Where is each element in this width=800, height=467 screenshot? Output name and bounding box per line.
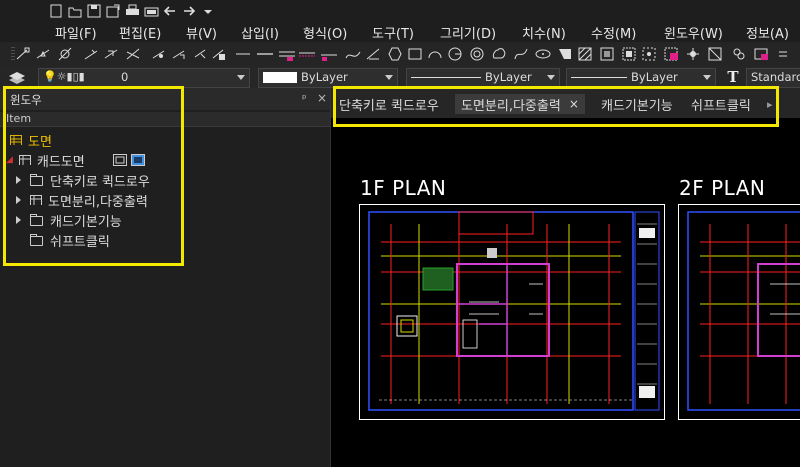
lineweight-preview <box>571 77 627 78</box>
customize-dropdown-icon[interactable] <box>200 3 216 19</box>
plan-1f-title: 1F PLAN <box>360 176 447 200</box>
draw-toolbar <box>0 42 800 66</box>
revision-cloud-icon[interactable] <box>490 45 508 63</box>
lineweight-value: ByLayer <box>631 70 678 84</box>
menu-insert[interactable]: 삽입(I) <box>241 23 279 42</box>
polygon-line-icon[interactable] <box>320 45 338 63</box>
print-preview-icon[interactable] <box>143 3 159 19</box>
menu-view[interactable]: 뷰(V) <box>186 23 217 42</box>
text-style-combo[interactable]: Standard <box>746 68 800 88</box>
menu-dimension[interactable]: 치수(N) <box>522 23 566 42</box>
region-icon[interactable] <box>640 45 658 63</box>
snap-tangent-icon[interactable] <box>170 45 188 63</box>
color-value: ByLayer <box>301 70 348 84</box>
table-icon[interactable] <box>662 45 680 63</box>
wipeout-icon[interactable] <box>556 45 574 63</box>
spline-icon[interactable] <box>344 45 362 63</box>
menu-format[interactable]: 형식(O) <box>303 23 347 42</box>
color-swatch <box>263 72 297 83</box>
menu-draw[interactable]: 그리기(D) <box>440 23 496 42</box>
menu-info[interactable]: 정보(A) <box>746 23 789 42</box>
layer-manager-icon[interactable] <box>8 68 26 86</box>
snap-center-icon[interactable] <box>56 45 74 63</box>
menu-file[interactable]: 파일(F) <box>55 23 97 42</box>
insert-block-icon[interactable] <box>752 45 770 63</box>
toolbar-overflow-icon[interactable] <box>774 45 792 63</box>
color-dropdown-icon[interactable] <box>385 75 393 80</box>
menu-modify[interactable]: 수정(M) <box>591 23 636 42</box>
snap-midpoint-icon[interactable] <box>34 45 52 63</box>
linetype-dropdown-icon[interactable] <box>547 75 555 80</box>
undo-icon[interactable] <box>162 3 178 19</box>
donut-icon[interactable] <box>468 45 486 63</box>
snap-settings-icon[interactable] <box>210 45 228 63</box>
snap-perpendicular-icon[interactable] <box>150 45 168 63</box>
arc-icon[interactable] <box>426 45 444 63</box>
tabs-highlight-box <box>333 86 779 127</box>
polyline-icon[interactable] <box>298 45 316 63</box>
panel-close-icon[interactable]: × <box>317 91 327 105</box>
pin-icon[interactable]: ᵖ <box>302 92 307 105</box>
boundary-icon[interactable] <box>620 45 638 63</box>
layer-state-icons: 💡☼▮▯▮ <box>43 70 85 83</box>
plan-1f-sheet[interactable] <box>359 204 665 420</box>
print-icon[interactable] <box>124 3 140 19</box>
snap-intersection-icon[interactable] <box>124 45 142 63</box>
open-file-icon[interactable] <box>67 3 83 19</box>
rectangle-icon[interactable] <box>406 45 424 63</box>
save-as-icon[interactable] <box>105 3 121 19</box>
properties-toolbar: 💡☼▮▯▮ 0 ByLayer ByLayer ByLayer T Standa… <box>0 66 800 88</box>
snap-nearest-icon[interactable] <box>192 45 210 63</box>
linetype-combo[interactable]: ByLayer <box>406 68 560 88</box>
text-style-icon[interactable]: T <box>724 68 742 86</box>
quick-access-toolbar <box>48 3 216 21</box>
plan-2f-sheet[interactable] <box>678 204 800 420</box>
gradient-icon[interactable] <box>598 45 616 63</box>
menu-tools[interactable]: 도구(T) <box>372 23 414 42</box>
plan-2f-title: 2F PLAN <box>679 176 766 200</box>
menu-bar: 파일(F) 편집(E) 뷰(V) 삽입(I) 형식(O) 도구(T) 그리기(D… <box>0 20 800 42</box>
layer-dropdown-icon[interactable] <box>237 75 245 80</box>
save-icon[interactable] <box>86 3 102 19</box>
new-file-icon[interactable] <box>48 3 64 19</box>
drawing-canvas[interactable]: 1F PLAN 2F PLAN <box>331 118 800 467</box>
spline-curve-icon[interactable] <box>512 45 530 63</box>
text-style-value: Standard <box>751 70 800 84</box>
construction-line-icon[interactable] <box>364 45 382 63</box>
xline-icon[interactable] <box>256 45 274 63</box>
lineweight-dropdown-icon[interactable] <box>703 75 711 80</box>
circle-icon[interactable] <box>446 45 464 63</box>
multiline-icon[interactable] <box>278 45 296 63</box>
lineweight-combo[interactable]: ByLayer <box>566 68 716 88</box>
layer-combo[interactable]: 💡☼▮▯▮ 0 <box>38 68 250 88</box>
line-icon[interactable] <box>234 45 252 63</box>
point-icon[interactable] <box>684 45 702 63</box>
snap-quadrant-icon[interactable] <box>102 45 120 63</box>
tree-highlight-box <box>3 86 184 266</box>
color-combo[interactable]: ByLayer <box>258 68 398 88</box>
redo-icon[interactable] <box>181 3 197 19</box>
attribute-icon[interactable] <box>730 45 748 63</box>
layer-value: 0 <box>121 70 129 84</box>
block-icon[interactable] <box>706 45 724 63</box>
snap-endpoint-icon[interactable] <box>14 45 32 63</box>
menu-window[interactable]: 윈도우(W) <box>664 23 723 42</box>
linetype-value: ByLayer <box>485 70 532 84</box>
linetype-preview <box>411 77 481 78</box>
snap-node-icon[interactable] <box>82 45 100 63</box>
menu-edit[interactable]: 편집(E) <box>119 23 161 42</box>
ellipse-icon[interactable] <box>534 45 552 63</box>
hatch-icon[interactable] <box>576 45 594 63</box>
hexagon-icon[interactable] <box>386 45 404 63</box>
